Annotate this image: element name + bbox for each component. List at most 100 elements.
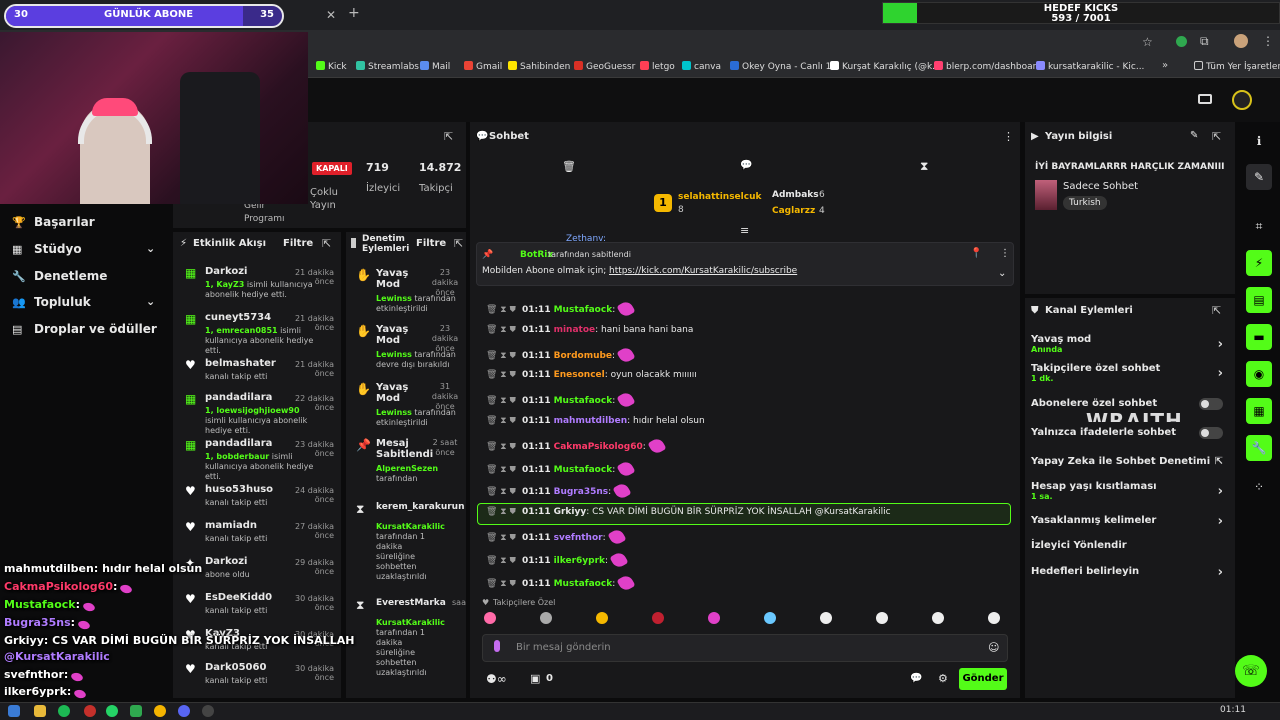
external-link-icon[interactable]: ⇱ [1215,456,1223,467]
bookmark-0[interactable]: Kick [316,61,347,72]
new-tab-icon[interactable]: + [348,5,360,21]
emote-icon[interactable] [988,612,1000,624]
top-gifter-2-name[interactable]: Admbaks [772,190,819,200]
category-name[interactable]: Sadece Sohbet [1063,181,1138,192]
message-mod-tools-icon[interactable]: 🗑 ⧗ ⛊ [486,305,516,315]
profile-avatar[interactable] [1234,34,1248,48]
extension-icon[interactable] [1176,36,1187,47]
whatsapp-icon[interactable] [106,705,118,717]
pinned-link[interactable]: https://kick.com/KursatKarakilic/subscri… [609,266,797,276]
channel-action-row[interactable]: Hesap yaşı kısıtlaması 1 sa. › [1031,481,1227,501]
broadcast-icon[interactable]: ◉ [1246,361,1272,387]
message-username[interactable]: svefnthor [554,533,603,543]
activity-recipient[interactable]: 1, KayZ3 [205,280,244,289]
channel-actions-expand-icon[interactable]: ⇱ [1212,304,1221,317]
activity-user[interactable]: mamiadn [205,520,257,531]
trash-icon[interactable]: 🗑 [562,160,576,173]
bookmark-10[interactable]: blerp.com/dashboar... [934,61,1044,72]
chevron-right-icon[interactable]: › [1218,337,1223,352]
emoji-picker-icon[interactable]: ☺ [988,641,999,654]
emote-icon[interactable] [764,612,776,624]
edit-icon[interactable]: ✎ [1246,164,1272,190]
message-mod-tools-icon[interactable]: 🗑 ⧗ ⛊ [486,370,516,380]
message-username[interactable]: Mustafaock [554,579,613,589]
mod-filter-button[interactable]: Filtre [416,238,446,249]
activity-user[interactable]: Darkozi [205,266,247,277]
browser-menu-icon[interactable]: ⋮ [1262,34,1274,48]
all-bookmarks[interactable]: Tüm Yer İşaretleri [1194,61,1280,72]
app-icon-red[interactable] [84,705,96,717]
emote-icon[interactable] [932,612,944,624]
bookmark-4[interactable]: Sahibinden [508,61,570,72]
emote-row[interactable] [484,612,1006,628]
sidebar-item-4[interactable]: ▤ Droplar ve ödüller [12,322,157,336]
mod-action-user[interactable]: KursatKarakilic [376,618,445,627]
activity-user[interactable]: cuneyt5734 [205,312,271,323]
emote-icon[interactable] [708,612,720,624]
channel-action-row[interactable]: Yalnızca ifadelerle sohbet [1031,427,1227,439]
toggle-switch[interactable] [1199,398,1223,410]
bookmark-6[interactable]: letgo [640,61,675,72]
activity-user[interactable]: belmashater [205,358,276,369]
pinned-menu-icon[interactable]: ⋮ [1000,248,1010,259]
store-icon[interactable]: ▣ [530,672,540,685]
bookmark-7[interactable]: canva [682,61,721,72]
channel-action-row[interactable]: Takipçilere özel sohbet 1 dk. › [1031,363,1227,383]
send-button[interactable]: Gönder [959,668,1007,690]
bookmark-star-icon[interactable]: ☆ [1142,35,1153,49]
activity-user[interactable]: pandadilara [205,392,272,403]
message-mod-tools-icon[interactable]: 🗑 ⧗ ⛊ [486,556,516,566]
start-icon[interactable] [8,705,20,717]
activity-filter-button[interactable]: Filtre [283,238,313,249]
flash-icon[interactable]: ⚡ [1246,250,1272,276]
emote-icon[interactable] [652,612,664,624]
wrench-icon[interactable]: 🔧 [1246,435,1272,461]
activity-recipient[interactable]: 1, loewsijoghjioew90 [205,406,300,415]
activity-user[interactable]: pandadilara [205,438,272,449]
bookmarks-more-icon[interactable]: » [1162,60,1168,71]
activity-recipient[interactable]: 1, emrecan0851 [205,326,278,335]
info-icon[interactable]: ℹ [1246,128,1272,154]
activity-user[interactable]: Dark05060 [205,662,266,673]
bookmark-11[interactable]: kursatkarakilic - Kic... [1036,61,1144,72]
message-mod-tools-icon[interactable]: 🗑 ⧗ ⛊ [486,396,516,406]
chat-icon[interactable]: ▬ [1246,324,1272,350]
chevron-down-icon[interactable]: ⌄ [146,242,155,255]
bookmark-1[interactable]: Streamlabs [356,61,419,72]
obs-icon[interactable] [202,705,214,717]
channel-action-row[interactable]: Yavaş mod Anında › [1031,334,1227,354]
puzzle-icon[interactable]: ⧉ [1200,34,1209,49]
points-icon[interactable]: ⚉∞ [486,672,507,686]
message-username[interactable]: minatoe [554,325,596,335]
mic-icon[interactable] [494,640,500,652]
activity-recipient[interactable]: 1, bobderbaur [205,452,269,461]
chevron-down-icon[interactable]: ⌄ [146,295,155,308]
app-icon-green[interactable] [130,705,142,717]
bookmark-3[interactable]: Gmail [464,61,502,72]
stats-expand-icon[interactable]: ⇱ [444,130,453,143]
message-mod-tools-icon[interactable]: 🗑 ⧗ ⛊ [486,579,516,589]
message-icon[interactable]: 💬 [740,160,752,171]
channel-action-row[interactable]: Yapay Zeka ile Sohbet Denetimi ⇱ [1031,456,1227,467]
sidebar-item-1[interactable]: ▦ Stüdyo ⌄ [12,242,155,256]
message-mod-tools-icon[interactable]: 🗑 ⧗ ⛊ [486,325,516,335]
bookmark-5[interactable]: GeoGuessr [574,61,635,72]
message-username[interactable]: Mustafaock [554,305,613,315]
activity-expand-icon[interactable]: ⇱ [322,237,331,250]
sidebar-item-2[interactable]: 🔧 Denetleme [12,269,107,283]
notes-icon[interactable]: ▤ [1246,287,1272,313]
message-mod-tools-icon[interactable]: 🗑 ⧗ ⛊ [486,487,516,497]
message-mod-tools-icon[interactable]: 🗑 ⧗ ⛊ [486,533,516,543]
message-username[interactable]: Enesoncel [554,370,605,380]
bookmark-2[interactable]: Mail [420,61,450,72]
channel-action-row[interactable]: Hedefleri belirleyin › [1031,565,1227,580]
activity-user[interactable]: EsDeeKidd0 [205,592,272,603]
chevron-right-icon[interactable]: › [1218,514,1223,529]
message-mod-tools-icon[interactable]: 🗑 ⧗ ⛊ [486,442,516,452]
chat-menu-icon[interactable]: ⋮ [1003,130,1014,143]
capture-icon[interactable]: ⌗ [1246,213,1272,239]
discord-icon[interactable] [178,705,190,717]
emote-icon[interactable] [820,612,832,624]
bookmark-8[interactable]: Okey Oyna - Canlı 1... [730,61,840,72]
mod-expand-icon[interactable]: ⇱ [454,237,463,250]
